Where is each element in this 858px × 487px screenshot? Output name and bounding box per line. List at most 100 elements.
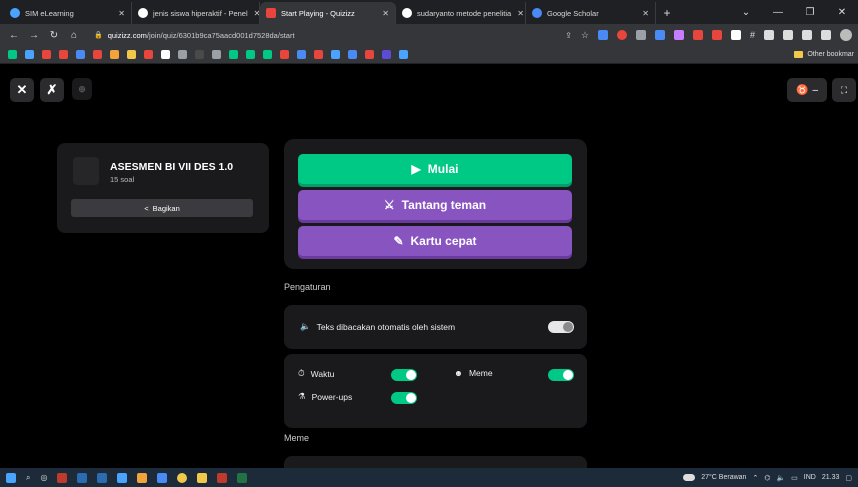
tab-sim-elearning[interactable]: SIM eLearning ✕	[4, 2, 132, 24]
app-icon[interactable]	[157, 472, 168, 483]
restore-icon[interactable]: ❐	[794, 0, 826, 24]
other-bookmarks[interactable]: Other bookmar	[794, 51, 858, 58]
bookmark-icon[interactable]	[382, 50, 391, 59]
close-button[interactable]: ✕	[10, 78, 34, 102]
bookmark-star-icon[interactable]: ☆	[581, 30, 589, 41]
close-tab-icon[interactable]: ✕	[248, 9, 259, 18]
bookmark-icon[interactable]	[127, 50, 136, 59]
bookmark-icon[interactable]	[25, 50, 34, 59]
tab-google-scholar[interactable]: Google Scholar ✕	[526, 2, 656, 24]
battery-icon[interactable]: ▭	[791, 474, 798, 482]
forward-icon[interactable]: →	[26, 27, 42, 43]
gmail-bookmark-icon[interactable]	[93, 50, 102, 59]
close-tab-icon[interactable]: ✕	[376, 9, 389, 18]
meme-toggle[interactable]	[548, 369, 574, 381]
bookmark-icon[interactable]	[195, 50, 204, 59]
share-page-icon[interactable]: ⇪	[565, 31, 572, 40]
bookmark-icon[interactable]	[246, 50, 255, 59]
extension-icon[interactable]	[597, 30, 608, 40]
close-tab-icon[interactable]: ✕	[636, 9, 649, 18]
notifications-icon[interactable]: ▢	[845, 474, 852, 482]
volume-icon[interactable]: 🔈	[776, 474, 785, 482]
file-explorer-icon[interactable]	[197, 472, 208, 483]
app-icon[interactable]	[217, 472, 228, 483]
weather-text[interactable]: 27°C Berawan	[701, 474, 746, 481]
app-icon[interactable]	[77, 472, 88, 483]
bookmark-icon[interactable]	[59, 50, 68, 59]
bookmark-icon[interactable]	[212, 50, 221, 59]
sidebar-icon[interactable]	[821, 30, 831, 40]
adobe-extension-icon[interactable]	[711, 30, 722, 40]
bookmark-icon[interactable]	[280, 50, 289, 59]
language-indicator[interactable]: IND	[804, 474, 816, 481]
read-aloud-toggle[interactable]	[548, 321, 574, 333]
app-icon[interactable]	[57, 472, 68, 483]
bookmark-icon[interactable]	[178, 50, 187, 59]
extension-icon[interactable]	[673, 30, 684, 40]
tab-search-icon[interactable]: ⌄	[730, 0, 762, 24]
bookmark-icon[interactable]	[399, 50, 408, 59]
start-label: Mulai	[427, 162, 459, 176]
new-tab-button[interactable]: +	[656, 2, 678, 24]
network-icon[interactable]: ⌬	[764, 474, 770, 482]
address-bar[interactable]: 🔒 quizizz.com /join/quiz/6301b9ca75aacd0…	[94, 27, 474, 43]
bookmark-icon[interactable]	[331, 50, 340, 59]
puzzle-extensions-icon[interactable]	[802, 30, 812, 40]
fullscreen-button[interactable]: ⛶	[832, 78, 856, 102]
powerups-label: Power-ups	[311, 391, 353, 402]
profile-avatar[interactable]	[840, 29, 852, 41]
app-icon[interactable]	[117, 472, 128, 483]
pinterest-bookmark-icon[interactable]	[144, 50, 153, 59]
excel-icon[interactable]	[237, 472, 248, 483]
bookmark-icon[interactable]	[161, 50, 170, 59]
bookmark-icon[interactable]	[297, 50, 306, 59]
extension-icon[interactable]	[654, 30, 665, 40]
pdf-extension-icon[interactable]	[692, 30, 703, 40]
pinterest-extension-icon[interactable]	[616, 30, 627, 40]
bookmark-icon[interactable]	[110, 50, 119, 59]
flashcards-button[interactable]: ✎ Kartu cepat	[298, 226, 572, 256]
bookmark-icon[interactable]	[365, 50, 374, 59]
app-icon[interactable]	[137, 472, 148, 483]
timer-row: ⏱ Waktu	[298, 368, 334, 379]
bookmark-icon[interactable]	[263, 50, 272, 59]
challenge-friends-button[interactable]: ⚔ Tantang teman	[298, 190, 572, 220]
bookmark-icon[interactable]	[229, 50, 238, 59]
word-icon[interactable]	[97, 472, 108, 483]
back-icon[interactable]: ←	[6, 27, 22, 43]
plus-icon: +	[663, 6, 671, 20]
bookmark-icon[interactable]	[348, 50, 357, 59]
tab-sudaryanto[interactable]: sudaryanto metode penelitia ✕	[396, 2, 526, 24]
extension-icon[interactable]	[730, 30, 741, 40]
search-icon[interactable]: ⌕	[26, 473, 30, 483]
bookmark-icon[interactable]	[42, 50, 51, 59]
extension-icon[interactable]	[764, 30, 774, 40]
close-window-icon[interactable]: ✕	[826, 0, 858, 24]
youtube-bookmark-icon[interactable]	[314, 50, 323, 59]
hashtag-extension-icon[interactable]: #	[750, 30, 755, 40]
tab-jenis-siswa[interactable]: jenis siswa hiperaktif - Penel ✕	[132, 2, 260, 24]
clock[interactable]: 21.33	[822, 474, 840, 481]
bookmark-icon[interactable]	[76, 50, 85, 59]
minimize-icon[interactable]: —	[762, 0, 794, 24]
share-button[interactable]: < Bagikan	[71, 199, 253, 217]
chrome-icon[interactable]	[177, 472, 188, 483]
shuffle-button[interactable]: ✗	[40, 78, 64, 102]
home-icon[interactable]: ⌂	[66, 27, 82, 43]
powerups-toggle[interactable]	[391, 392, 417, 404]
potion-icon: ⚗	[298, 391, 306, 401]
extension-icon[interactable]	[783, 30, 793, 40]
task-view-icon[interactable]: ◎	[40, 473, 47, 482]
close-tab-icon[interactable]: ✕	[112, 9, 125, 18]
close-tab-icon[interactable]: ✕	[511, 9, 524, 18]
extension-icon[interactable]	[635, 30, 646, 40]
chevron-up-icon[interactable]: ⌃	[752, 474, 758, 482]
bookmark-icon[interactable]	[8, 50, 17, 59]
zoom-button[interactable]: ⊕	[72, 78, 92, 100]
reload-icon[interactable]: ↻	[46, 27, 62, 43]
windows-start-icon[interactable]	[6, 472, 16, 483]
theme-button[interactable]: ♉ –	[787, 78, 827, 102]
tab-start-playing[interactable]: Start Playing - Quizizz ✕	[260, 2, 396, 24]
start-button[interactable]: ▶ Mulai	[298, 154, 572, 184]
timer-toggle[interactable]	[391, 369, 417, 381]
